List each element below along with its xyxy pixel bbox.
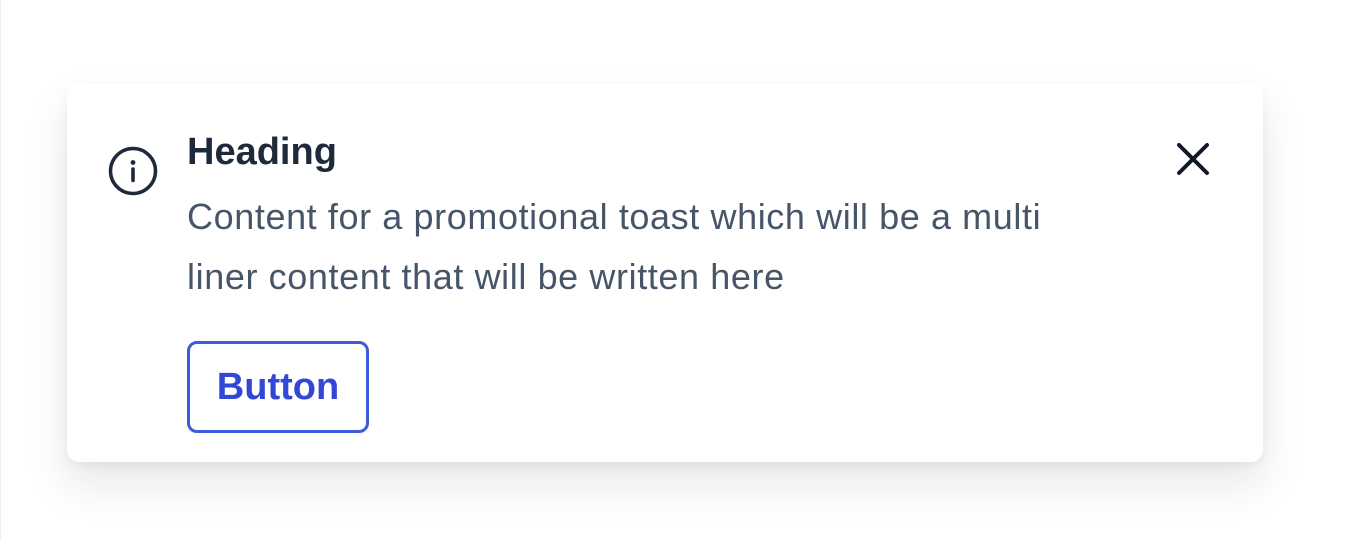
toast-heading: Heading: [187, 131, 337, 173]
info-icon: [107, 145, 159, 197]
page-left-edge: [0, 0, 1, 540]
toast-action-button[interactable]: Button: [187, 341, 369, 433]
promotional-toast: Heading Content for a promotional toast …: [67, 84, 1263, 462]
toast-body: Content for a promotional toast which wi…: [187, 196, 1042, 297]
close-icon[interactable]: [1169, 135, 1217, 183]
toast-content: Heading Content for a promotional toast …: [187, 128, 1107, 433]
